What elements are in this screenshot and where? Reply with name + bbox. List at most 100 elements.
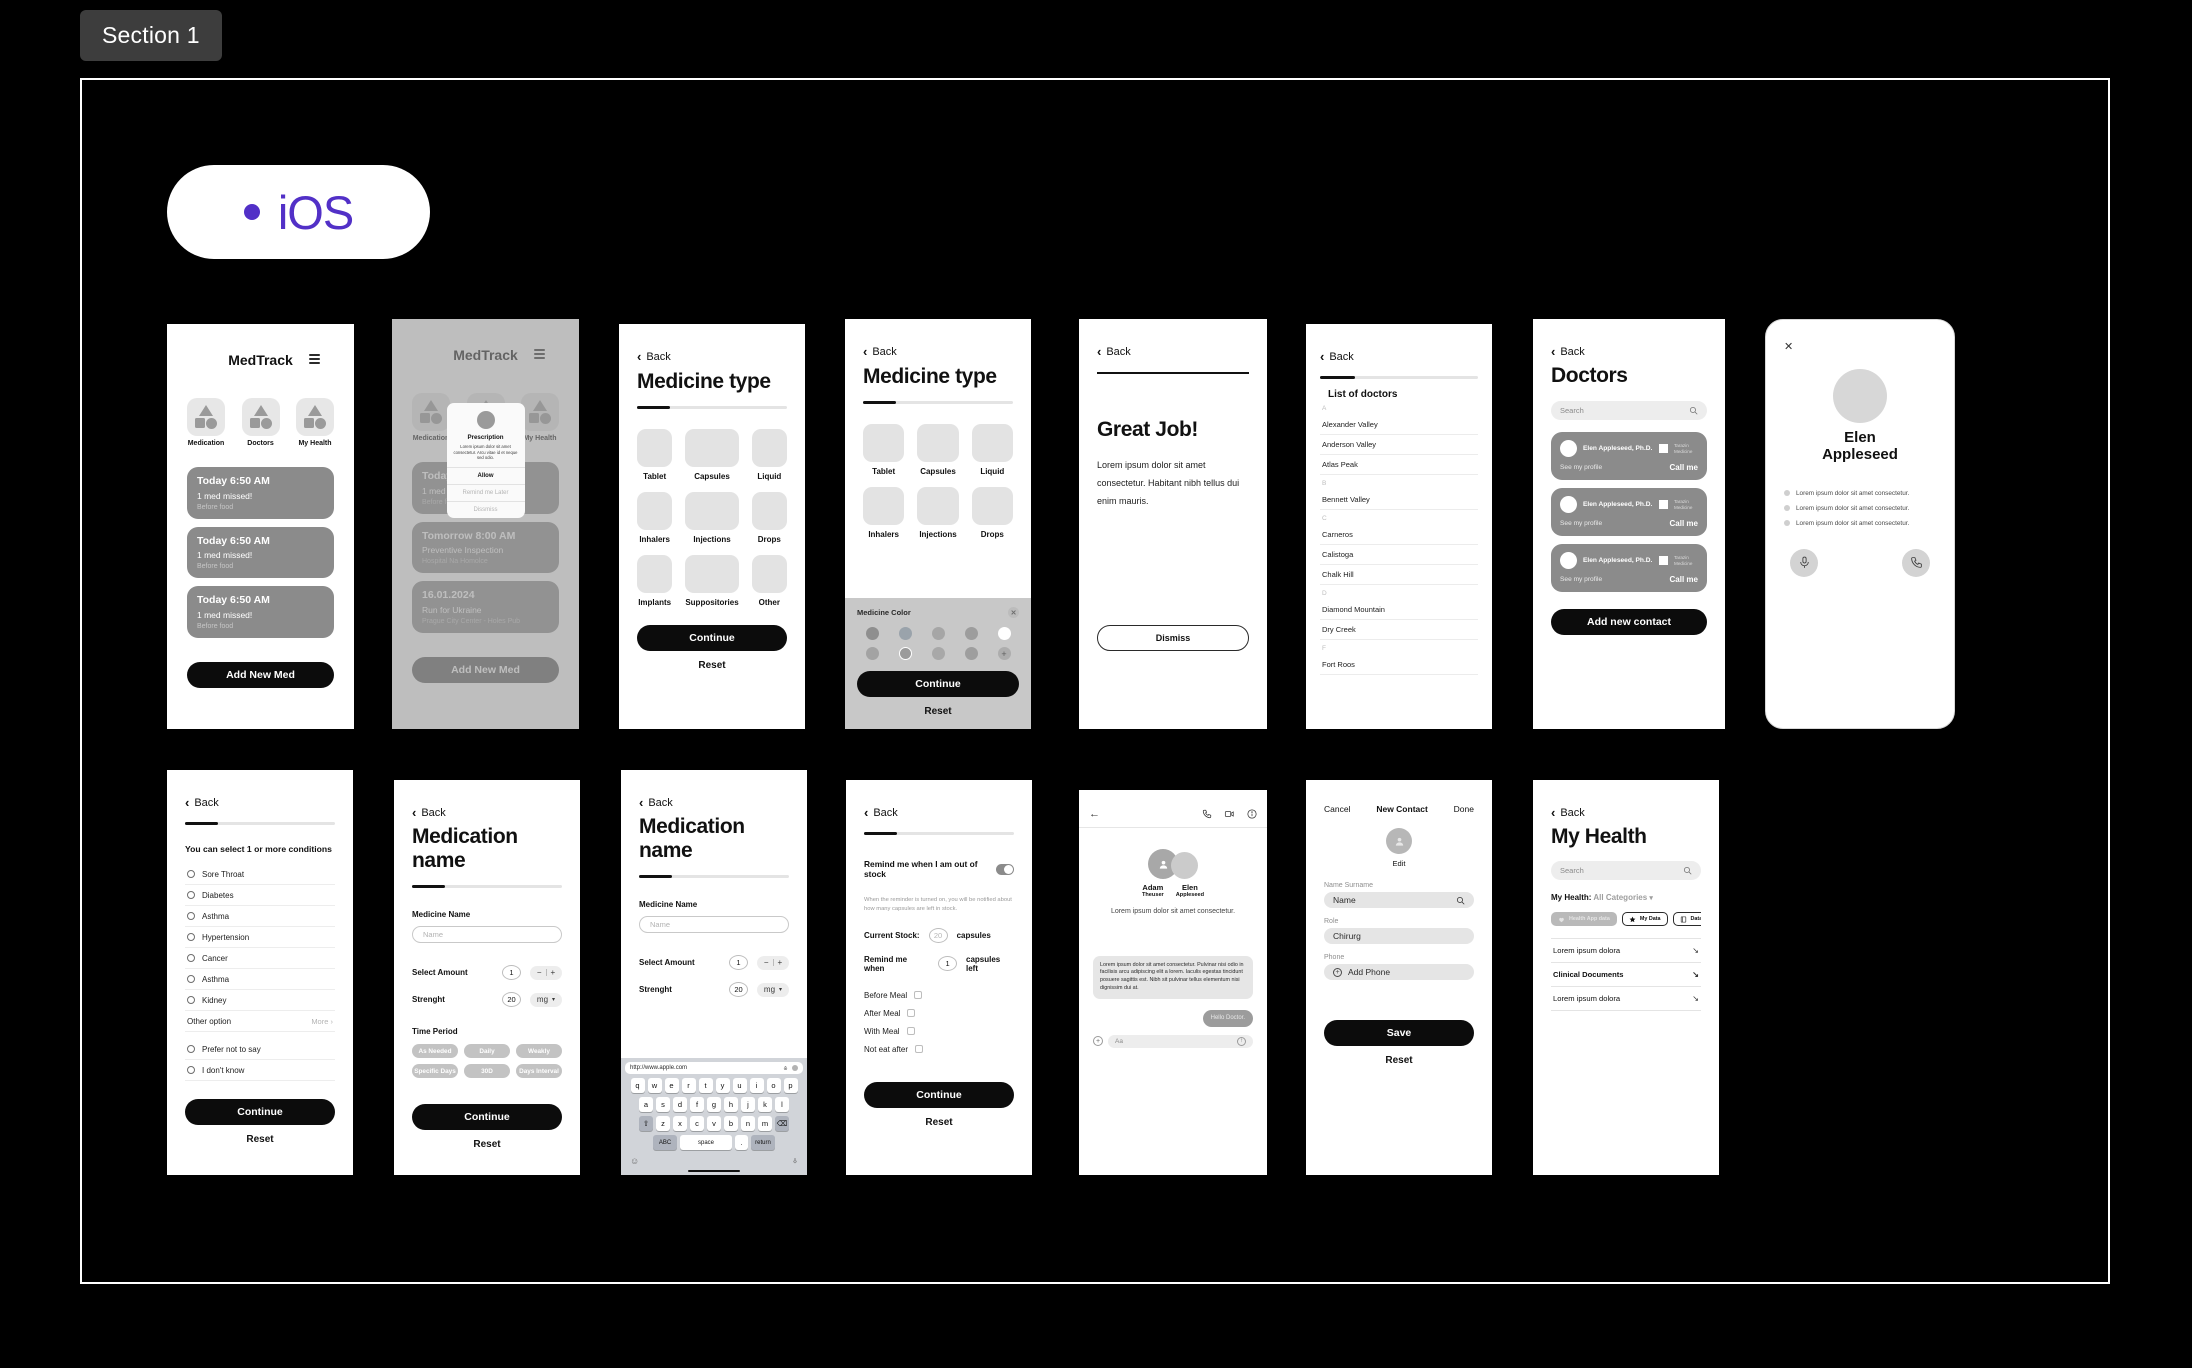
checkbox[interactable] [187,954,195,962]
checkbox[interactable] [187,891,195,899]
back-button[interactable]: ‹ Back [864,806,1014,819]
continue-button[interactable]: Continue [185,1099,335,1125]
key[interactable]: k [758,1097,772,1112]
color-swatch[interactable] [865,627,879,640]
list-item[interactable]: Chalk Hill [1320,565,1478,585]
checkbox[interactable] [187,933,195,941]
medicine-type-option[interactable]: Tablet [637,429,673,481]
reminder-card[interactable]: Today 6:50 AM 1 med missed! Before food [187,586,334,638]
call-me-button[interactable]: Call me [1670,463,1698,472]
add-color-icon[interactable]: + [997,647,1011,660]
unit-select[interactable]: mg ▾ [530,992,562,1007]
color-swatch[interactable] [931,627,945,640]
back-button[interactable]: ‹ Back [1551,806,1701,819]
save-button[interactable]: Save [1324,1020,1474,1046]
back-button[interactable]: ‹ Back [1097,345,1249,358]
period-key[interactable]: . [735,1135,748,1150]
current-stock-value[interactable]: 20 [928,927,948,943]
medicine-type-option[interactable]: Inhalers [863,487,905,539]
doctor-card[interactable]: Elen Appleseed, Ph.D. Tarazin Medicine S… [1551,432,1707,480]
return-key[interactable]: return [751,1135,775,1150]
continue-button[interactable]: Continue [412,1104,562,1130]
key[interactable]: f [690,1097,704,1112]
medicine-type-option[interactable]: Suppositories [685,555,739,607]
back-button[interactable]: ‹ Back [637,350,787,363]
done-button[interactable]: Done [1454,804,1474,814]
period-option[interactable]: Days Interval [516,1064,562,1078]
reset-button[interactable]: Reset [857,706,1019,717]
menu-icon[interactable] [309,354,320,367]
url-input[interactable]: http://www.apple.com [625,1062,803,1074]
list-item[interactable]: Atlas Peak [1320,455,1478,475]
dismiss-button[interactable]: Dissmiss [446,501,525,518]
add-new-med-button[interactable]: Add New Med [187,661,334,688]
strength-value[interactable]: 20 [729,982,748,997]
back-button[interactable]: ‹ Back [863,345,1013,358]
checkbox[interactable] [915,1045,924,1054]
back-button[interactable]: ‹ Back [1551,345,1707,358]
key[interactable]: g [707,1097,721,1112]
edit-avatar-link[interactable]: Edit [1324,859,1474,868]
color-swatch[interactable] [964,627,978,640]
health-row[interactable]: Clinical Documents ↘ [1551,962,1701,986]
health-row[interactable]: Lorem ipsum dolora ↘ [1551,986,1701,1010]
filter-chip-data-from[interactable]: Data fr [1672,912,1701,926]
more-link[interactable]: More › [311,1017,333,1026]
key[interactable]: y [715,1078,730,1093]
key[interactable]: t [698,1078,713,1093]
period-option[interactable]: Daily [464,1044,510,1058]
plus-icon[interactable]: + [551,968,556,977]
list-item[interactable]: Bennett Valley [1320,490,1478,510]
amount-value[interactable]: 1 [729,955,748,970]
reset-button[interactable]: Reset [185,1134,335,1145]
doctor-card[interactable]: Elen Appleseed, Ph.D. Tarazin Medicine S… [1551,488,1707,536]
key[interactable]: v [707,1116,721,1131]
key[interactable]: h [724,1097,738,1112]
meal-option[interactable]: Before Meal [864,991,1014,1000]
meal-option[interactable]: Not eat after [864,1045,1014,1054]
mute-button[interactable] [1790,548,1818,577]
back-button[interactable]: ‹ Back [185,796,335,809]
key[interactable]: a [639,1097,653,1112]
reset-button[interactable]: Reset [637,660,787,671]
sidebar-item-medication[interactable]: Medication [187,398,225,447]
dismiss-button[interactable]: Dismiss [1097,625,1249,651]
key[interactable]: z [656,1116,670,1131]
key[interactable]: l [775,1097,789,1112]
shift-icon[interactable]: ⇧ [639,1116,653,1131]
continue-button[interactable]: Continue [857,671,1019,697]
key[interactable]: o [766,1078,781,1093]
call-button[interactable] [1902,548,1930,577]
key[interactable]: u [732,1078,747,1093]
condition-row[interactable]: Kidney [185,990,335,1011]
medicine-name-input[interactable]: Name [639,916,789,933]
checkbox[interactable] [914,991,923,1000]
close-icon[interactable]: ✕ [1008,607,1019,618]
condition-row[interactable]: Sore Throat [185,864,335,885]
key[interactable]: p [783,1078,798,1093]
call-me-button[interactable]: Call me [1670,575,1698,584]
color-swatch[interactable] [865,647,879,660]
minus-icon[interactable]: − [537,968,542,977]
see-profile-link[interactable]: See my profile [1560,576,1602,583]
period-option[interactable]: As Needed [412,1044,458,1058]
medicine-type-option[interactable]: Capsules [685,429,739,481]
color-swatch-selected[interactable] [898,647,912,660]
medicine-type-option[interactable]: Other [751,555,787,607]
list-item[interactable]: Diamond Mountain [1320,600,1478,620]
send-icon[interactable]: ↑ [1237,1036,1246,1046]
checkbox[interactable] [187,975,195,983]
sidebar-item-my-health[interactable]: My Health [296,398,334,447]
checkbox[interactable] [187,996,195,1004]
condition-row[interactable]: Asthma [185,906,335,927]
medicine-type-option[interactable]: Capsules [917,424,959,476]
checkbox[interactable] [187,1045,195,1053]
amount-value[interactable]: 1 [502,965,521,980]
see-profile-link[interactable]: See my profile [1560,520,1602,527]
key[interactable]: q [630,1078,645,1093]
call-me-button[interactable]: Call me [1670,519,1698,528]
search-input[interactable]: Search [1551,401,1707,420]
medicine-type-option[interactable]: Inhalers [637,492,673,544]
key[interactable]: b [724,1116,738,1131]
key[interactable]: e [664,1078,679,1093]
